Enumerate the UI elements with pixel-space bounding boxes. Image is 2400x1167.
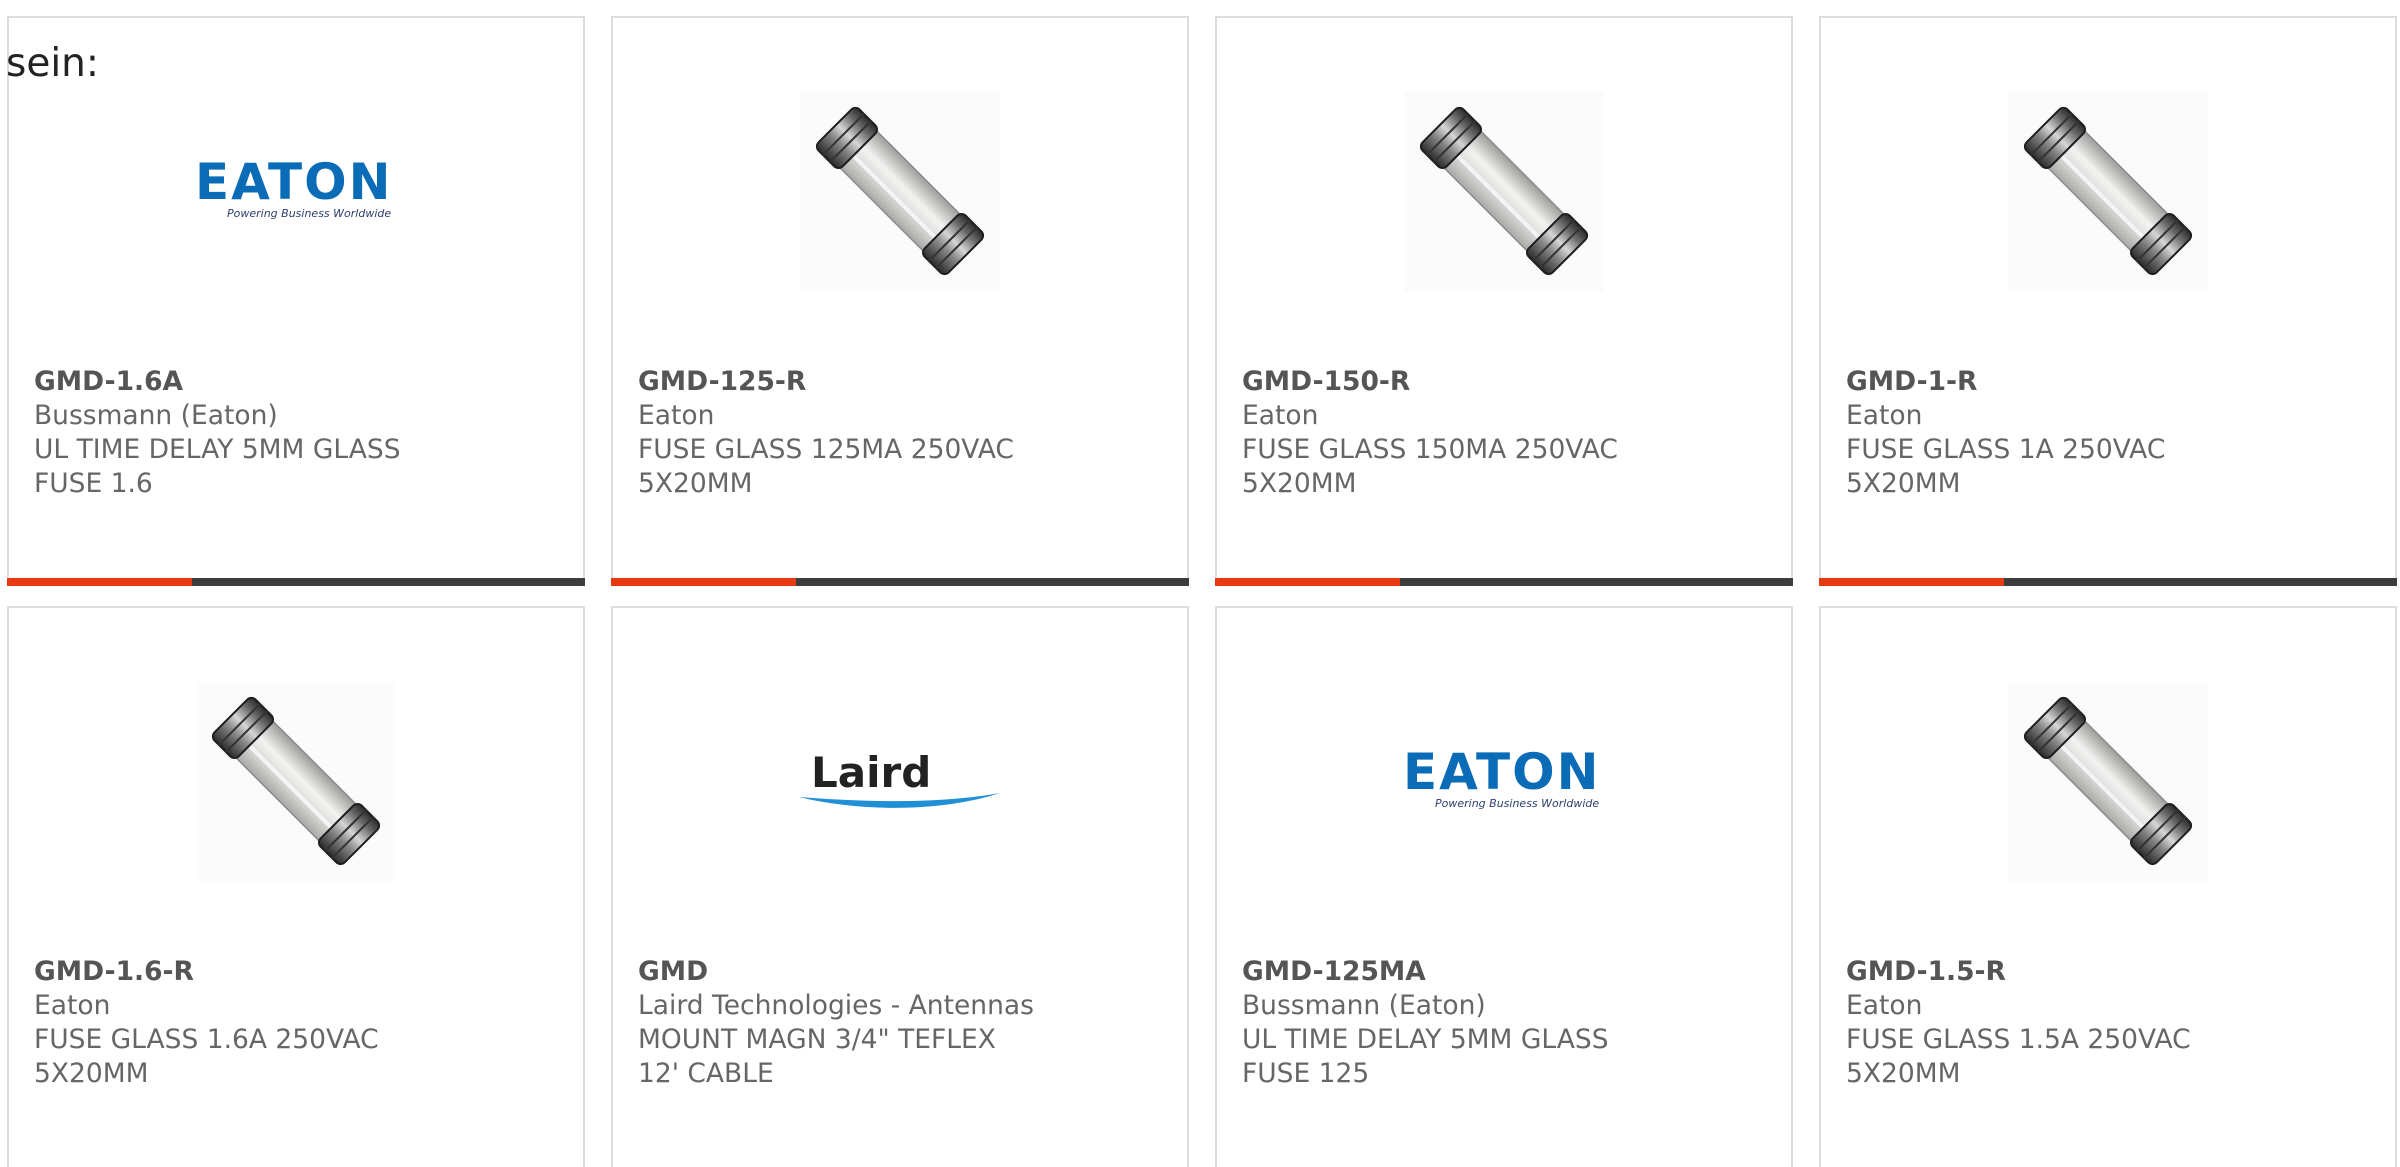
- svg-text:Laird: Laird: [811, 748, 931, 797]
- product-image[interactable]: EATON Powering Business Worldwide: [1217, 678, 1791, 883]
- glass-fuse-icon: [2008, 680, 2208, 881]
- product-info: GMD-125-R Eaton FUSE GLASS 125MA 250VAC …: [638, 365, 1162, 501]
- manufacturer: Eaton: [1846, 400, 1923, 431]
- product-description: UL TIME DELAY 5MM GLASS FUSE 1.6: [34, 434, 401, 499]
- svg-text:Powering Business Worldwide: Powering Business Worldwide: [1435, 797, 1599, 810]
- product-info: GMD-1-R Eaton FUSE GLASS 1A 250VAC 5X20M…: [1846, 365, 2370, 501]
- part-number[interactable]: GMD-1.5-R: [1846, 955, 2370, 989]
- manufacturer: Eaton: [638, 400, 715, 431]
- product-card[interactable]: GMD-1.5-R Eaton FUSE GLASS 1.5A 250VAC 5…: [1819, 606, 2397, 1167]
- glass-fuse-icon: [1404, 90, 1604, 291]
- product-image[interactable]: EATON Powering Business Worldwide: [9, 88, 583, 293]
- part-number[interactable]: GMD-1-R: [1846, 365, 2370, 399]
- card-bar-accent: [1215, 578, 1400, 586]
- card-bar-accent: [7, 578, 192, 586]
- manufacturer: Bussmann (Eaton): [1242, 990, 1486, 1021]
- product-image[interactable]: [1821, 678, 2395, 883]
- svg-text:Powering Business Worldwide: Powering Business Worldwide: [227, 207, 391, 220]
- product-description: FUSE GLASS 150MA 250VAC 5X20MM: [1242, 434, 1618, 499]
- product-info: GMD Laird Technologies - Antennas MOUNT …: [638, 955, 1162, 1091]
- manufacturer: Eaton: [1242, 400, 1319, 431]
- part-number[interactable]: GMD-1.6-R: [34, 955, 558, 989]
- glass-fuse-icon: [800, 90, 1000, 291]
- product-card[interactable]: EATON Powering Business Worldwide GMD-1.…: [7, 16, 585, 586]
- product-image[interactable]: Laird: [613, 678, 1187, 883]
- glass-fuse-icon: [196, 680, 396, 881]
- product-info: GMD-150-R Eaton FUSE GLASS 150MA 250VAC …: [1242, 365, 1766, 501]
- eaton-logo-icon: EATON Powering Business Worldwide: [195, 153, 392, 220]
- product-info: GMD-1.6-R Eaton FUSE GLASS 1.6A 250VAC 5…: [34, 955, 558, 1091]
- product-info: GMD-1.5-R Eaton FUSE GLASS 1.5A 250VAC 5…: [1846, 955, 2370, 1091]
- product-card[interactable]: GMD-125-R Eaton FUSE GLASS 125MA 250VAC …: [611, 16, 1189, 586]
- manufacturer: Eaton: [34, 990, 111, 1021]
- manufacturer: Eaton: [1846, 990, 1923, 1021]
- product-description: UL TIME DELAY 5MM GLASS FUSE 125: [1242, 1024, 1609, 1089]
- part-number[interactable]: GMD-125-R: [638, 365, 1162, 399]
- product-card[interactable]: GMD-150-R Eaton FUSE GLASS 150MA 250VAC …: [1215, 16, 1793, 586]
- product-description: FUSE GLASS 1.6A 250VAC 5X20MM: [34, 1024, 379, 1089]
- card-bar-accent: [1819, 578, 2004, 586]
- svg-text:EATON: EATON: [1403, 743, 1600, 801]
- product-image[interactable]: [1217, 88, 1791, 293]
- manufacturer: Bussmann (Eaton): [34, 400, 278, 431]
- product-image[interactable]: [9, 678, 583, 883]
- intro-text: sein:: [6, 41, 100, 86]
- product-image[interactable]: [613, 88, 1187, 293]
- part-number[interactable]: GMD-1.6A: [34, 365, 558, 399]
- product-card[interactable]: GMD-1.6-R Eaton FUSE GLASS 1.6A 250VAC 5…: [7, 606, 585, 1167]
- part-number[interactable]: GMD-125MA: [1242, 955, 1766, 989]
- product-image[interactable]: [1821, 88, 2395, 293]
- part-number[interactable]: GMD: [638, 955, 1162, 989]
- card-progress-bar: [7, 578, 585, 586]
- product-info: GMD-125MA Bussmann (Eaton) UL TIME DELAY…: [1242, 955, 1766, 1091]
- card-progress-bar: [611, 578, 1189, 586]
- product-description: FUSE GLASS 1A 250VAC 5X20MM: [1846, 434, 2166, 499]
- card-bar-accent: [611, 578, 796, 586]
- part-number[interactable]: GMD-150-R: [1242, 365, 1766, 399]
- product-description: FUSE GLASS 1.5A 250VAC 5X20MM: [1846, 1024, 2191, 1089]
- card-progress-bar: [1819, 578, 2397, 586]
- product-description: MOUNT MAGN 3/4" TEFLEX 12' CABLE: [638, 1024, 996, 1089]
- manufacturer: Laird Technologies - Antennas: [638, 990, 1034, 1021]
- glass-fuse-icon: [2008, 90, 2208, 291]
- eaton-logo-icon: EATON Powering Business Worldwide: [1403, 743, 1600, 810]
- product-description: FUSE GLASS 125MA 250VAC 5X20MM: [638, 434, 1014, 499]
- product-grid-page: sein: EATON Powering Business Worldwide …: [0, 0, 2400, 1167]
- card-progress-bar: [1215, 578, 1793, 586]
- laird-logo-icon: Laird: [799, 748, 1000, 808]
- product-card[interactable]: GMD-1-R Eaton FUSE GLASS 1A 250VAC 5X20M…: [1819, 16, 2397, 586]
- svg-text:EATON: EATON: [195, 153, 392, 211]
- product-card[interactable]: EATON Powering Business Worldwide GMD-12…: [1215, 606, 1793, 1167]
- product-card[interactable]: Laird GMD Laird Technologies - Antennas …: [611, 606, 1189, 1167]
- product-info: GMD-1.6A Bussmann (Eaton) UL TIME DELAY …: [34, 365, 558, 501]
